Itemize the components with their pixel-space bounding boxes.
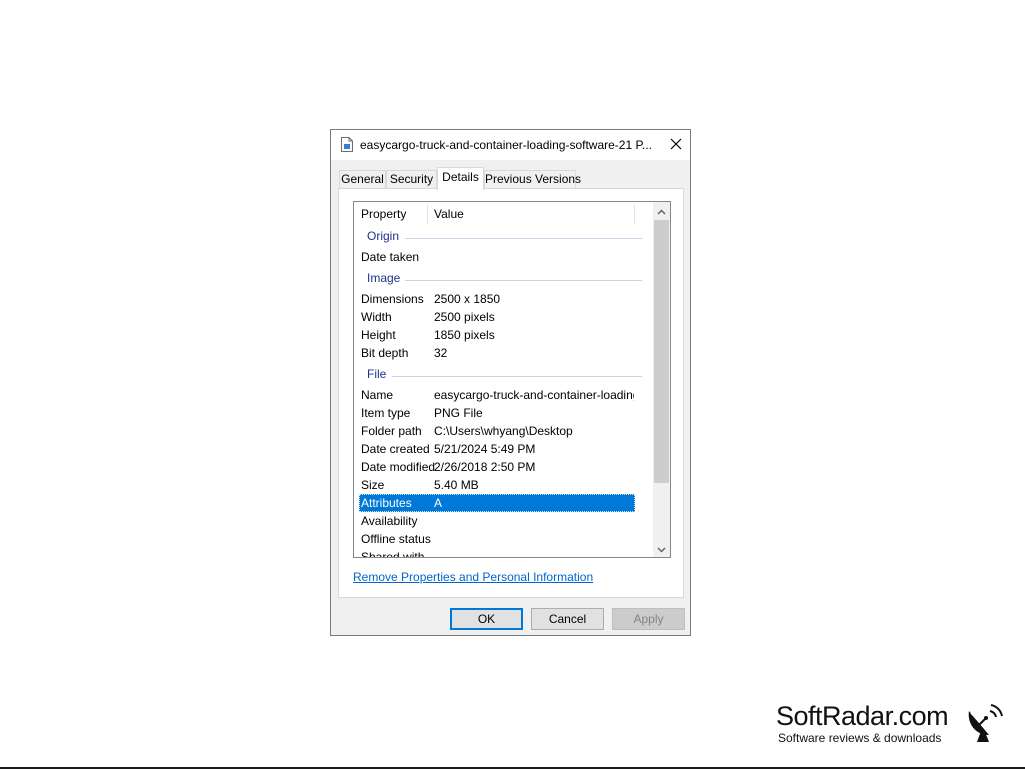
tab-general[interactable]: General <box>339 170 386 189</box>
ok-button[interactable]: OK <box>450 608 523 630</box>
list-item[interactable]: Folder path C:\Users\whyang\Desktop <box>354 422 652 440</box>
watermark-subtitle: Software reviews & downloads <box>778 731 942 745</box>
group-header-image: Image <box>354 269 652 289</box>
property-name: Item type <box>361 406 411 420</box>
property-value: 2500 x 1850 <box>434 292 501 306</box>
list-item[interactable]: Height 1850 pixels <box>354 326 652 344</box>
column-divider[interactable] <box>634 204 635 224</box>
property-value: A <box>434 496 443 510</box>
scroll-down-button[interactable] <box>653 540 670 557</box>
property-name: Size <box>361 478 385 492</box>
property-value: 5.40 MB <box>434 478 479 492</box>
list-item[interactable]: Date taken <box>354 248 652 266</box>
group-label: Origin <box>367 229 400 243</box>
property-value: 2500 pixels <box>434 310 495 324</box>
satellite-dish-icon <box>965 701 1005 743</box>
property-list[interactable]: Property Value Origin Date taken Image D… <box>353 201 671 558</box>
property-name: Attributes <box>361 496 412 510</box>
chevron-up-icon <box>657 204 666 218</box>
property-name: Bit depth <box>361 346 409 360</box>
property-name: Name <box>361 388 394 402</box>
file-icon <box>341 137 353 152</box>
property-name: Shared with <box>361 550 425 558</box>
chevron-down-icon <box>657 542 666 556</box>
group-header-origin: Origin <box>354 227 652 247</box>
close-icon <box>670 138 682 153</box>
property-name: Date created <box>361 442 430 456</box>
list-item[interactable]: Date modified 2/26/2018 2:50 PM <box>354 458 652 476</box>
list-item[interactable]: Shared with <box>354 548 652 558</box>
list-item[interactable]: Bit depth 32 <box>354 344 652 362</box>
properties-dialog: easycargo-truck-and-container-loading-so… <box>330 129 691 636</box>
property-name: Width <box>361 310 392 324</box>
watermark-title: SoftRadar.com <box>776 701 949 731</box>
title-bar[interactable]: easycargo-truck-and-container-loading-so… <box>331 130 690 160</box>
tab-previous-versions[interactable]: Previous Versions <box>484 170 581 189</box>
group-label: Image <box>367 271 401 285</box>
dialog-title: easycargo-truck-and-container-loading-so… <box>360 138 652 152</box>
property-value: 32 <box>434 346 448 360</box>
scroll-up-button[interactable] <box>653 202 670 219</box>
list-item[interactable]: Item type PNG File <box>354 404 652 422</box>
group-label: File <box>367 367 387 381</box>
list-item[interactable]: Dimensions 2500 x 1850 <box>354 290 652 308</box>
list-item[interactable]: Width 2500 pixels <box>354 308 652 326</box>
tab-security[interactable]: Security <box>386 170 437 189</box>
property-value: C:\Users\whyang\Desktop <box>434 424 573 438</box>
close-button[interactable] <box>665 134 687 156</box>
cancel-button[interactable]: Cancel <box>531 608 604 630</box>
list-item[interactable]: Size 5.40 MB <box>354 476 652 494</box>
column-header-property[interactable]: Property <box>354 202 427 226</box>
details-panel: Property Value Origin Date taken Image D… <box>338 188 684 598</box>
property-value: 2/26/2018 2:50 PM <box>434 460 536 474</box>
list-header: Property Value <box>354 202 652 226</box>
property-value: PNG File <box>434 406 483 420</box>
group-header-file: File <box>354 365 652 385</box>
column-header-value[interactable]: Value <box>427 202 634 226</box>
apply-button[interactable]: Apply <box>612 608 685 630</box>
group-divider <box>392 376 642 377</box>
property-name: Dimensions <box>361 292 424 306</box>
group-divider <box>405 280 642 281</box>
scroll-thumb[interactable] <box>654 220 669 483</box>
remove-properties-link[interactable]: Remove Properties and Personal Informati… <box>353 570 593 584</box>
list-item[interactable]: Name easycargo-truck-and-container-loadi… <box>354 386 652 404</box>
property-name: Date modified <box>361 460 436 474</box>
property-value: 5/21/2024 5:49 PM <box>434 442 536 456</box>
list-item-selected[interactable]: Attributes A <box>354 494 652 512</box>
watermark: SoftRadar.com Software reviews & downloa… <box>776 701 1006 751</box>
property-name: Availability <box>361 514 418 528</box>
property-name: Folder path <box>361 424 422 438</box>
property-name: Height <box>361 328 396 342</box>
property-value: easycargo-truck-and-container-loading-..… <box>434 388 634 402</box>
tab-details[interactable]: Details <box>437 167 484 190</box>
property-name: Date taken <box>361 250 420 264</box>
list-item[interactable]: Offline status <box>354 530 652 548</box>
group-divider <box>405 238 642 239</box>
property-name: Offline status <box>361 532 431 546</box>
property-value: 1850 pixels <box>434 328 495 342</box>
list-item[interactable]: Availability <box>354 512 652 530</box>
vertical-scrollbar[interactable] <box>653 202 670 557</box>
list-item[interactable]: Date created 5/21/2024 5:49 PM <box>354 440 652 458</box>
